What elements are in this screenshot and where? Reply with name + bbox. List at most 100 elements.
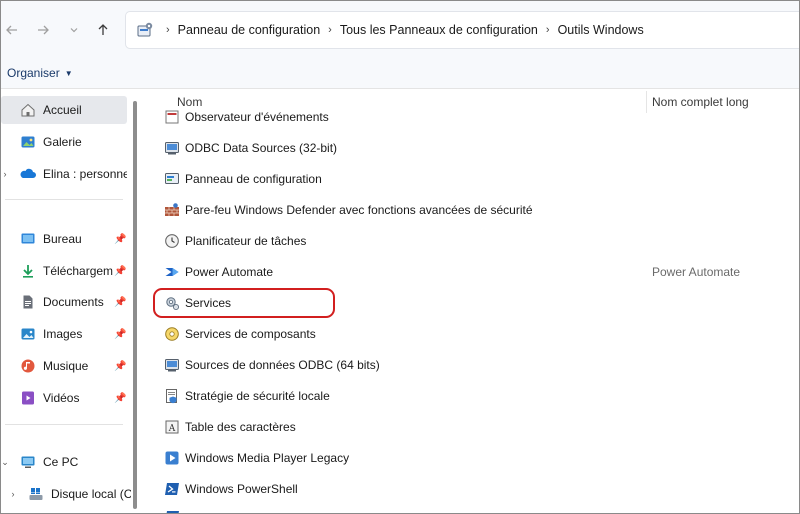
item-long-name: Power Automate (652, 265, 741, 279)
caret-down-icon: ▼ (64, 68, 73, 78)
breadcrumb-separator: › (545, 24, 550, 36)
firewall-icon (164, 202, 180, 218)
drive-icon (28, 486, 44, 502)
control-panel-icon (164, 171, 180, 187)
sidebar-scrollbar[interactable] (133, 101, 137, 509)
item-name: Power Automate (185, 265, 274, 279)
chevron-right-icon[interactable]: › (9, 489, 17, 499)
pin-icon[interactable]: 📌 (114, 393, 126, 404)
list-item-odbc32[interactable]: ODBC Data Sources (32-bit) (143, 133, 799, 163)
list-item-table-caracteres[interactable]: A Table des caractères (143, 412, 799, 442)
pc-icon (20, 454, 36, 470)
item-name: Stratégie de sécurité locale (185, 389, 330, 403)
gear-icon (164, 295, 180, 311)
pin-icon[interactable]: 📌 (114, 297, 126, 308)
odbc-icon (164, 357, 180, 373)
list-item-power-automate[interactable]: Power Automate Power Automate (143, 257, 799, 287)
sidebar-item-label: Ce PC (43, 455, 79, 469)
sidebar-item-videos[interactable]: Vidéos 📌 (1, 384, 127, 412)
list-item-powershell[interactable]: Windows PowerShell (143, 474, 799, 504)
list-item-odbc64[interactable]: Sources de données ODBC (64 bits) (143, 350, 799, 380)
sidebar-item-onedrive[interactable]: › Elina : personne (1, 160, 128, 188)
pin-icon[interactable]: 📌 (114, 361, 126, 372)
music-icon (20, 358, 36, 374)
list-item-observateur[interactable]: Observateur d'événements (143, 103, 799, 131)
chevron-right-icon[interactable]: › (1, 169, 9, 179)
images-icon (20, 326, 36, 342)
sidebar-item-label: Elina : personne (43, 167, 127, 181)
sidebar-item-label: Disque local (C (51, 487, 131, 501)
list-item-panneau[interactable]: Panneau de configuration (143, 164, 799, 194)
download-icon (20, 263, 36, 279)
home-icon (20, 102, 36, 118)
sidebar-item-disque-local[interactable]: › Disque local (C (1, 480, 143, 508)
sidebar-item-images[interactable]: Images 📌 (1, 320, 127, 348)
arrow-left-icon[interactable] (1, 19, 23, 41)
sidebar-item-galerie[interactable]: Galerie (1, 128, 127, 156)
sidebar-item-accueil[interactable]: Accueil (1, 96, 127, 124)
item-name: Panneau de configuration (185, 172, 322, 186)
navigation-bar: › Panneau de configuration › Tous les Pa… (1, 1, 799, 59)
item-name: Sources de données ODBC (64 bits) (185, 358, 380, 372)
sidebar-item-telechargements[interactable]: Téléchargem 📌 (1, 257, 127, 285)
component-services-icon (164, 326, 180, 342)
powershell-icon (164, 481, 180, 497)
organiser-label: Organiser (7, 66, 60, 80)
sidebar-item-label: Galerie (43, 135, 82, 149)
item-name: Services (185, 296, 232, 310)
file-list: Nom Nom complet long Observateur d'événe… (143, 89, 799, 513)
list-item-pare-feu[interactable]: Pare-feu Windows Defender avec fonctions… (143, 195, 799, 225)
explorer-window: › Panneau de configuration › Tous les Pa… (0, 0, 800, 514)
list-item-media-player[interactable]: Windows Media Player Legacy (143, 443, 799, 473)
sidebar-item-musique[interactable]: Musique 📌 (1, 352, 127, 380)
pin-icon[interactable]: 📌 (114, 329, 126, 340)
onedrive-icon (20, 166, 36, 182)
arrow-right-icon[interactable] (32, 19, 54, 41)
sidebar-item-ce-pc[interactable]: ⌄ Ce PC (1, 448, 127, 476)
event-viewer-icon (164, 109, 180, 125)
command-bar: Organiser ▼ (1, 59, 799, 89)
list-item-partial[interactable] (143, 505, 799, 513)
item-name: Observateur d'événements (185, 110, 329, 124)
sidebar-item-bureau[interactable]: Bureau 📌 (1, 225, 127, 253)
sidebar-divider (5, 199, 123, 200)
odbc-icon (164, 140, 180, 156)
sidebar-divider (5, 424, 123, 425)
chevron-down-icon[interactable] (63, 19, 85, 41)
item-name: Table des caractères (185, 420, 296, 434)
navigation-pane: Accueil Galerie › Elina : personne Burea… (1, 89, 143, 513)
control-panel-icon (136, 21, 156, 39)
powershell-icon (164, 509, 180, 513)
sidebar-item-label: Accueil (43, 103, 82, 117)
list-item-strategie[interactable]: Stratégie de sécurité locale (143, 381, 799, 411)
svg-text:A: A (168, 424, 176, 434)
videos-icon (20, 390, 36, 406)
breadcrumb-all-panels[interactable]: Tous les Panneaux de configuration (340, 23, 538, 37)
arrow-up-icon[interactable] (92, 19, 114, 41)
clock-icon (164, 233, 180, 249)
list-item-planificateur[interactable]: Planificateur de tâches (143, 226, 799, 256)
list-item-services[interactable]: Services (143, 288, 799, 318)
item-name: Windows Media Player Legacy (185, 451, 350, 465)
breadcrumb-control-panel[interactable]: Panneau de configuration (178, 23, 320, 37)
breadcrumb-separator: › (166, 24, 170, 36)
address-bar[interactable]: › Panneau de configuration › Tous les Pa… (125, 11, 799, 49)
documents-icon (20, 294, 36, 310)
sidebar-item-documents[interactable]: Documents 📌 (1, 288, 127, 316)
item-name: Planificateur de tâches (185, 234, 307, 248)
pin-icon[interactable]: 📌 (114, 234, 126, 245)
list-item-services-composants[interactable]: Services de composants (143, 319, 799, 349)
power-automate-icon (164, 264, 180, 280)
item-name: Services de composants (185, 327, 316, 341)
organiser-button[interactable]: Organiser ▼ (7, 66, 73, 80)
media-player-icon (164, 450, 180, 466)
item-name: Pare-feu Windows Defender avec fonctions… (185, 203, 533, 217)
desktop-icon (20, 231, 36, 247)
breadcrumb-windows-tools[interactable]: Outils Windows (558, 23, 644, 37)
item-name: Windows PowerShell (185, 482, 298, 496)
chevron-down-icon[interactable]: ⌄ (1, 457, 9, 468)
character-map-icon: A (164, 419, 180, 435)
pin-icon[interactable]: 📌 (114, 266, 126, 277)
security-policy-icon (164, 388, 180, 404)
gallery-icon (20, 134, 36, 150)
